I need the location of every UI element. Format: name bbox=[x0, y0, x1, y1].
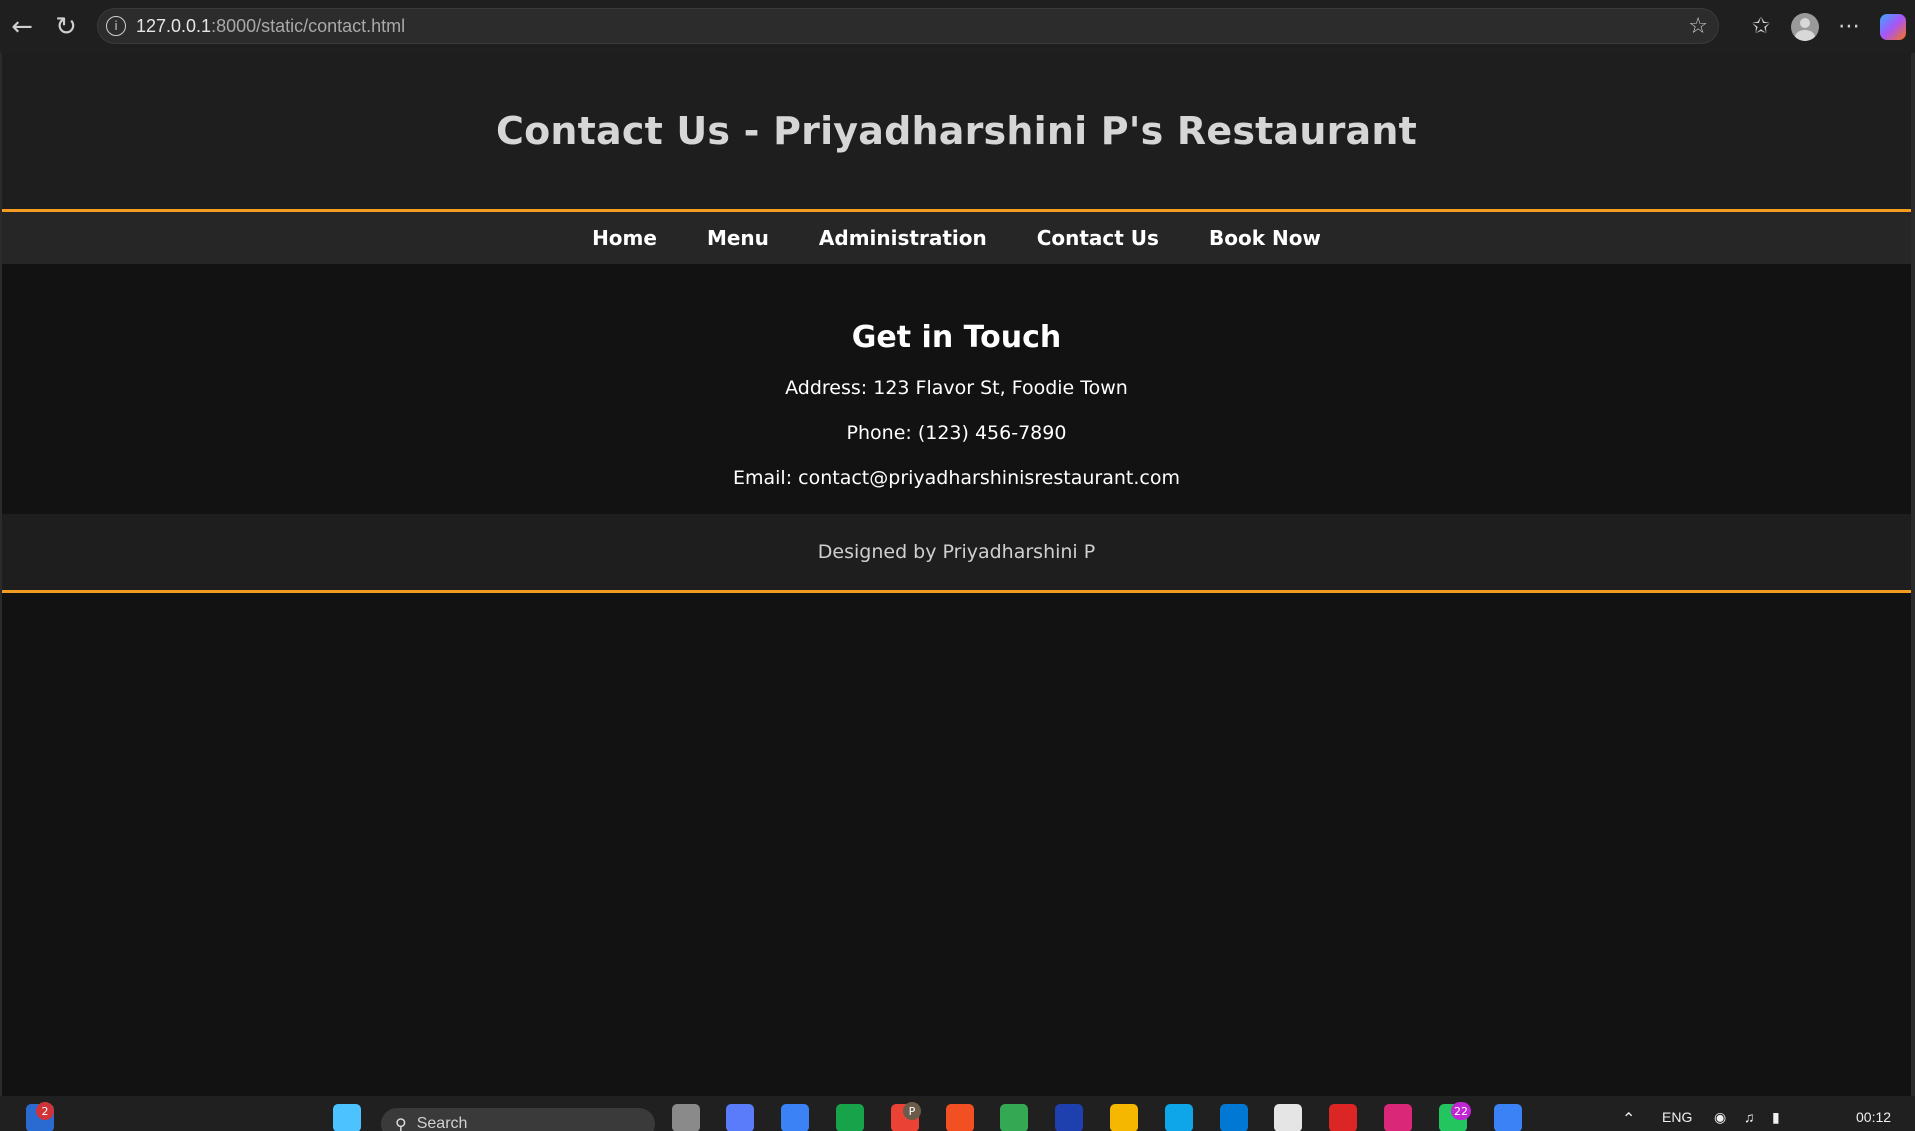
chrome-profile-3-icon[interactable] bbox=[1384, 1104, 1412, 1131]
nav-link-book-now[interactable]: Book Now bbox=[1209, 226, 1321, 250]
browser-toolbar: ← ↻ i 127.0.0.1:8000/static/contact.html… bbox=[0, 0, 1915, 53]
nav-link-home[interactable]: Home bbox=[592, 226, 657, 250]
whatsapp-badge: 22 bbox=[1451, 1102, 1471, 1120]
browser-right-tools: ✩ ⋯ bbox=[1739, 0, 1915, 53]
contact-section: Get in Touch Address: 123 Flavor St, Foo… bbox=[2, 264, 1911, 514]
contact-email: Email: contact@priyadharshinisrestaurant… bbox=[733, 467, 1180, 489]
whatsapp-icon[interactable]: 22 bbox=[1439, 1102, 1471, 1131]
nav-link-menu[interactable]: Menu bbox=[707, 226, 769, 250]
copilot-app-icon[interactable] bbox=[726, 1104, 754, 1131]
wifi-icon[interactable]: ◉ bbox=[1714, 1109, 1726, 1126]
site-header: Contact Us - Priyadharshini P's Restaura… bbox=[2, 53, 1911, 212]
chrome-profile-badge: P bbox=[903, 1102, 921, 1120]
taskbar: 2 ⚲ Search P 22 ⌃ ENG ◉ ♫ ▮ 00:12 bbox=[0, 1096, 1915, 1131]
more-icon[interactable]: ⋯ bbox=[1827, 5, 1871, 49]
tray-chevron-icon[interactable]: ⌃ bbox=[1622, 1109, 1635, 1129]
footer-text: Designed by Priyadharshini P bbox=[817, 541, 1096, 563]
star-icon[interactable]: ☆ bbox=[1688, 14, 1708, 39]
photos-icon[interactable] bbox=[1494, 1104, 1522, 1131]
back-icon[interactable]: ← bbox=[0, 5, 44, 49]
site-nav: Home Menu Administration Contact Us Book… bbox=[2, 212, 1911, 264]
start-icon[interactable] bbox=[333, 1104, 361, 1131]
android-studio-icon[interactable] bbox=[781, 1104, 809, 1131]
vscode-icon[interactable] bbox=[1220, 1104, 1248, 1131]
edge-icon[interactable] bbox=[1165, 1104, 1193, 1131]
widgets-badge: 2 bbox=[36, 1102, 54, 1120]
url-text[interactable]: 127.0.0.1:8000/static/contact.html bbox=[136, 16, 405, 37]
favorites-icon[interactable]: ✩ bbox=[1739, 5, 1783, 49]
info-icon[interactable]: i bbox=[106, 16, 126, 36]
url-host: 127.0.0.1 bbox=[136, 15, 212, 36]
chrome-profile-2-icon[interactable] bbox=[1329, 1104, 1357, 1131]
search-placeholder: Search bbox=[416, 1115, 468, 1131]
avatar bbox=[1791, 12, 1819, 41]
profile-icon[interactable] bbox=[1783, 5, 1827, 49]
copilot-logo bbox=[1880, 13, 1906, 40]
app-icon[interactable] bbox=[1055, 1104, 1083, 1131]
address-bar[interactable]: i 127.0.0.1:8000/static/contact.html ☆ bbox=[97, 8, 1719, 44]
volume-icon[interactable]: ♫ bbox=[1744, 1109, 1755, 1125]
contact-heading: Get in Touch bbox=[851, 320, 1062, 355]
reload-icon[interactable]: ↻ bbox=[44, 5, 88, 49]
chatgpt-icon[interactable] bbox=[1274, 1104, 1302, 1131]
nav-link-contact-us[interactable]: Contact Us bbox=[1037, 226, 1159, 250]
store-icon[interactable] bbox=[946, 1104, 974, 1131]
page-viewport: Contact Us - Priyadharshini P's Restaura… bbox=[2, 53, 1911, 1096]
url-path: :8000/static/contact.html bbox=[211, 15, 406, 36]
file-explorer-icon[interactable] bbox=[1110, 1104, 1138, 1131]
widgets-icon[interactable]: 2 bbox=[26, 1102, 54, 1131]
task-view-icon[interactable] bbox=[672, 1104, 700, 1131]
taskbar-search[interactable]: ⚲ Search bbox=[381, 1108, 655, 1131]
clock-time[interactable]: 00:12 bbox=[1856, 1109, 1891, 1125]
refresh-app-icon[interactable] bbox=[836, 1104, 864, 1131]
page-title: Contact Us - Priyadharshini P's Restaura… bbox=[496, 109, 1417, 153]
language-indicator[interactable]: ENG bbox=[1662, 1109, 1692, 1125]
site-footer: Designed by Priyadharshini P bbox=[2, 514, 1911, 593]
search-icon: ⚲ bbox=[395, 1114, 407, 1131]
contact-address: Address: 123 Flavor St, Foodie Town bbox=[785, 377, 1128, 399]
battery-icon[interactable]: ▮ bbox=[1772, 1109, 1780, 1126]
copilot-icon[interactable] bbox=[1871, 5, 1915, 49]
play-store-icon[interactable] bbox=[1000, 1104, 1028, 1131]
chrome-icon[interactable]: P bbox=[891, 1102, 921, 1131]
contact-phone: Phone: (123) 456-7890 bbox=[846, 422, 1067, 444]
nav-link-administration[interactable]: Administration bbox=[819, 226, 987, 250]
